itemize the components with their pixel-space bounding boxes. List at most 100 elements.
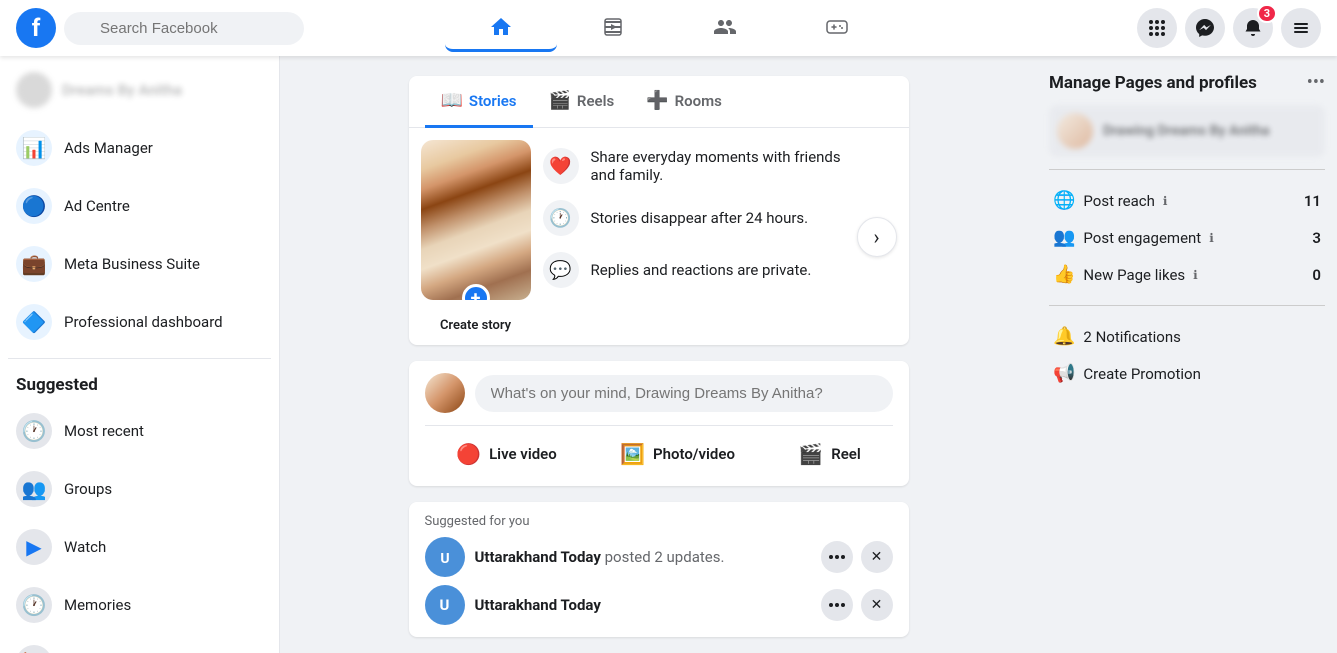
notifications-button[interactable]: 3 xyxy=(1233,8,1273,48)
sidebar-label-groups: Groups xyxy=(64,480,112,498)
manage-pages-more-button[interactable]: ••• xyxy=(1307,72,1325,93)
tab-reels[interactable]: 🎬 Reels xyxy=(533,76,631,128)
reel-action[interactable]: 🎬 Reel xyxy=(782,434,876,474)
stories-tabs: 📖 Stories 🎬 Reels ➕ Rooms xyxy=(409,76,909,128)
sidebar-profile-name: Dreams By Anitha xyxy=(62,81,182,99)
right-divider-2 xyxy=(1049,305,1325,306)
action-row-notifications[interactable]: 🔔 2 Notifications xyxy=(1049,318,1325,355)
action-row-create-promotion[interactable]: 📢 Create Promotion xyxy=(1049,355,1325,392)
stat-info-post-reach: ℹ xyxy=(1163,194,1168,208)
right-profile-name: Drawing Dreams By Anitha xyxy=(1103,123,1270,139)
suggested-avatar: U xyxy=(425,537,465,577)
stories-next-button[interactable]: › xyxy=(857,217,897,257)
photo-video-action[interactable]: 🖼️ Photo/video xyxy=(604,434,751,474)
manage-pages-header: Manage Pages and profiles ••• xyxy=(1049,72,1325,93)
suggested-sub-name: Uttarakhand Today xyxy=(475,596,601,614)
suggested-post-info: U Uttarakhand Today posted 2 updates. xyxy=(425,537,725,577)
stories-info-item-1: 🕐 Stories disappear after 24 hours. xyxy=(543,200,845,236)
stat-value-post-engagement: 3 xyxy=(1312,229,1321,247)
sidebar-label-meta-business: Meta Business Suite xyxy=(64,255,200,273)
suggested-card: Suggested for you U Uttarakhand Today po… xyxy=(409,502,909,637)
reels-tab-icon: 🎬 xyxy=(549,90,571,111)
nav-friends-button[interactable] xyxy=(669,4,781,52)
suggested-header: Suggested for you xyxy=(409,502,909,537)
sidebar-item-memories[interactable]: 🕐 Memories xyxy=(8,577,271,633)
main-menu-button[interactable] xyxy=(1281,8,1321,48)
left-sidebar: Dreams By Anitha 📊 Ads Manager 🔵 Ad Cent… xyxy=(0,56,280,653)
suggested-name-text: Uttarakhand Today xyxy=(475,548,601,566)
post-input[interactable] xyxy=(475,375,893,412)
post-engagement-icon: 👥 xyxy=(1053,227,1075,248)
tab-stories[interactable]: 📖 Stories xyxy=(425,76,533,128)
sidebar-profile-item[interactable]: Dreams By Anitha xyxy=(8,64,271,116)
meta-business-icon: 💼 xyxy=(16,246,52,282)
suggested-more-button[interactable] xyxy=(821,541,853,573)
create-story-label: Create story xyxy=(440,318,511,333)
suggested-name-area: Uttarakhand Today posted 2 updates. xyxy=(475,548,725,566)
create-story-item[interactable]: + Create story xyxy=(421,140,531,333)
watch-icon: ▶ xyxy=(16,529,52,565)
sidebar-item-most-recent[interactable]: 🕐 Most recent xyxy=(8,403,271,459)
stories-clock-icon: 🕐 xyxy=(543,200,579,236)
sidebar-label-memories: Memories xyxy=(64,596,131,614)
stat-row-new-page-likes[interactable]: 👍 New Page likes ℹ 0 xyxy=(1049,256,1325,293)
sub-dot-3 xyxy=(841,603,845,607)
search-wrapper: 🔍 xyxy=(64,12,304,45)
suggested-sub-more-button[interactable] xyxy=(821,589,853,621)
topnav-left: f 🔍 xyxy=(16,8,445,48)
sidebar-item-meta-business[interactable]: 💼 Meta Business Suite xyxy=(8,236,271,292)
stat-left-new-page-likes: 👍 New Page likes ℹ xyxy=(1053,264,1198,285)
dot-1 xyxy=(829,555,833,559)
post-box-top xyxy=(425,373,893,413)
sidebar-item-ads-manager[interactable]: 📊 Ads Manager xyxy=(8,120,271,176)
ads-manager-icon: 📊 xyxy=(16,130,52,166)
messenger-button[interactable] xyxy=(1185,8,1225,48)
suggested-actions: ✕ xyxy=(821,541,893,573)
right-profile-avatar xyxy=(1057,113,1093,149)
facebook-logo[interactable]: f xyxy=(16,8,56,48)
stories-info-text-0: Share everyday moments with friends and … xyxy=(591,148,845,184)
stat-value-post-reach: 11 xyxy=(1304,192,1321,210)
suggested-sub-name-text: Uttarakhand Today xyxy=(475,596,601,614)
top-navigation: f 🔍 xyxy=(0,0,1337,56)
notification-badge: 3 xyxy=(1257,4,1277,23)
sidebar-item-professional[interactable]: 🔷 Professional dashboard xyxy=(8,294,271,350)
post-box: 🔴 Live video 🖼️ Photo/video 🎬 Reel xyxy=(409,361,909,486)
sidebar-item-ad-centre[interactable]: 🔵 Ad Centre xyxy=(8,178,271,234)
sidebar-item-watch[interactable]: ▶ Watch xyxy=(8,519,271,575)
dot-3 xyxy=(841,555,845,559)
sidebar-label-ad-centre: Ad Centre xyxy=(64,197,130,215)
suggested-close-button[interactable]: ✕ xyxy=(861,541,893,573)
stories-card: 📖 Stories 🎬 Reels ➕ Rooms + xyxy=(409,76,909,345)
suggested-post-header: U Uttarakhand Today posted 2 updates. xyxy=(409,537,909,585)
live-video-action[interactable]: 🔴 Live video xyxy=(440,434,573,474)
stat-row-post-engagement[interactable]: 👥 Post engagement ℹ 3 xyxy=(1049,219,1325,256)
post-box-actions: 🔴 Live video 🖼️ Photo/video 🎬 Reel xyxy=(425,434,893,474)
manage-pages-title: Manage Pages and profiles xyxy=(1049,73,1257,93)
sidebar-label-ads-manager: Ads Manager xyxy=(64,139,153,157)
sidebar-profile-avatar xyxy=(16,72,52,108)
stories-tab-label: Stories xyxy=(469,92,517,110)
sidebar-divider xyxy=(8,358,271,359)
stat-left-post-engagement: 👥 Post engagement ℹ xyxy=(1053,227,1214,248)
stories-info-text-1: Stories disappear after 24 hours. xyxy=(591,209,809,227)
nav-watch-button[interactable] xyxy=(557,4,669,52)
search-input[interactable] xyxy=(64,12,304,45)
tab-rooms[interactable]: ➕ Rooms xyxy=(630,76,738,128)
right-sidebar-profile-item[interactable]: Drawing Dreams By Anitha xyxy=(1049,105,1325,157)
nav-home-button[interactable] xyxy=(445,4,557,52)
stories-content: + Create story ❤️ Share everyday moments… xyxy=(409,128,909,345)
suggested-sub-avatar: U xyxy=(425,585,465,625)
nav-gaming-button[interactable] xyxy=(781,4,893,52)
stories-tab-icon: 📖 xyxy=(441,90,463,111)
stat-left-post-reach: 🌐 Post reach ℹ xyxy=(1053,190,1167,211)
notifications-bell-icon: 🔔 xyxy=(1053,326,1075,347)
sidebar-item-groups[interactable]: 👥 Groups xyxy=(8,461,271,517)
topnav-right: 3 xyxy=(893,8,1322,48)
stories-heart-icon: ❤️ xyxy=(543,148,579,184)
stat-row-post-reach[interactable]: 🌐 Post reach ℹ 11 xyxy=(1049,182,1325,219)
suggested-sub-close-button[interactable]: ✕ xyxy=(861,589,893,621)
action-label-create-promotion: Create Promotion xyxy=(1083,365,1200,383)
sidebar-item-saved[interactable]: 🔖 Saved xyxy=(8,635,271,653)
grid-menu-button[interactable] xyxy=(1137,8,1177,48)
